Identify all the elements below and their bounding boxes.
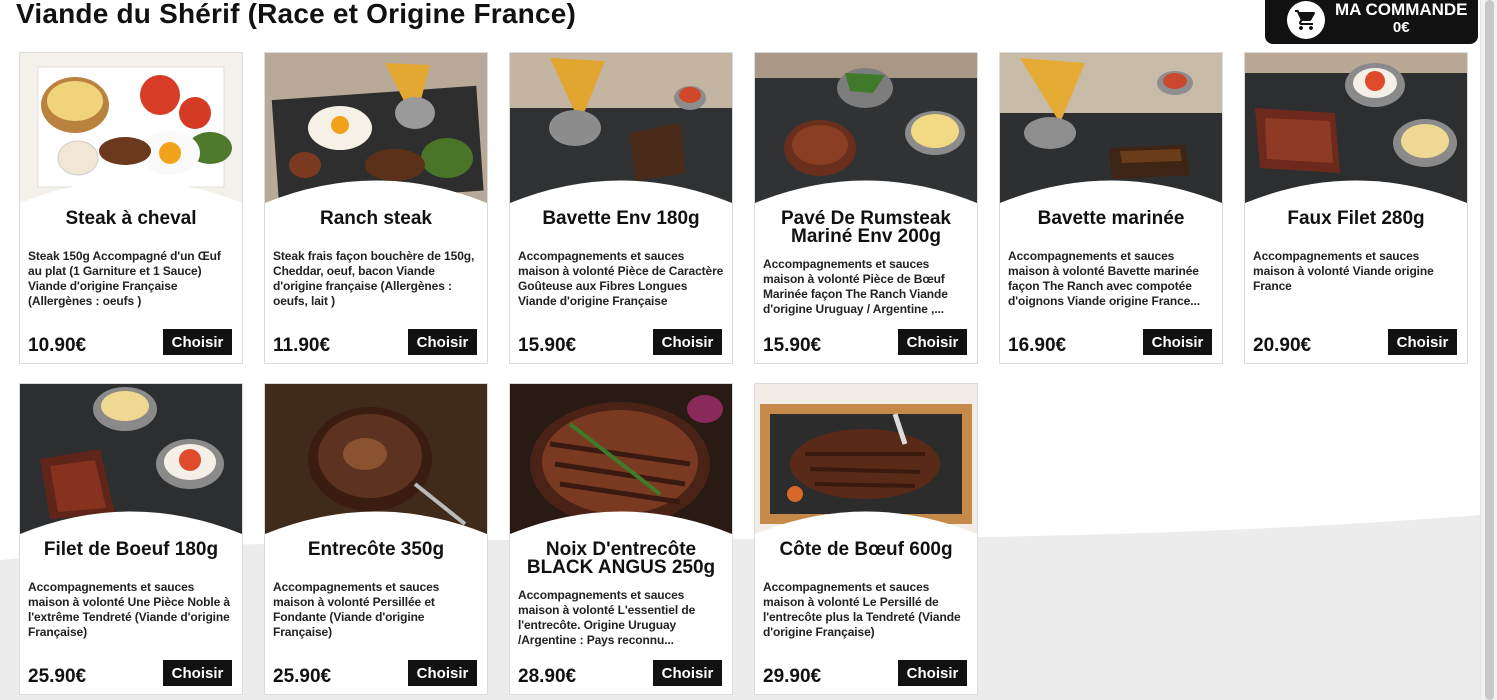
product-description: Accompagnements et sauces maison à volon… bbox=[28, 580, 230, 639]
product-card[interactable]: Faux Filet 280g Accompagnements et sauce… bbox=[1244, 52, 1468, 364]
product-name: Côte de Bœuf 600g bbox=[779, 539, 953, 560]
product-price: 29.90€ bbox=[763, 666, 822, 687]
product-card[interactable]: Steak à cheval Steak 150g Accompagné d'u… bbox=[19, 52, 243, 364]
product-price: 28.90€ bbox=[518, 666, 577, 687]
product-name: Entrecôte 350g bbox=[307, 539, 445, 560]
scrollbar-thumb[interactable] bbox=[1485, 0, 1494, 700]
product-price: 25.90€ bbox=[273, 666, 332, 687]
product-price: 10.90€ bbox=[28, 335, 87, 356]
product-price: 16.90€ bbox=[1008, 335, 1067, 356]
product-name: Bavette marinée bbox=[1037, 208, 1185, 229]
product-description: Accompagnements et sauces maison à volon… bbox=[518, 249, 724, 308]
product-description: Accompagnements et sauces maison à volon… bbox=[1253, 249, 1434, 293]
product-name: Noix D'entrecôte BLACK ANGUS 250g bbox=[526, 539, 716, 578]
cart-title: MA COMMANDE bbox=[1335, 0, 1468, 19]
product-name: Pavé De Rumsteak Mariné Env 200g bbox=[780, 208, 952, 247]
product-price: 20.90€ bbox=[1253, 335, 1312, 356]
choose-button[interactable]: Choisir bbox=[653, 329, 722, 355]
choose-button[interactable]: Choisir bbox=[1388, 329, 1457, 355]
product-card[interactable]: Bavette marinée Accompagnements et sauce… bbox=[999, 52, 1223, 364]
shopping-cart-icon bbox=[1287, 1, 1325, 39]
cart-button[interactable]: MA COMMANDE 0€ bbox=[1265, 0, 1478, 44]
product-card[interactable]: Ranch steak Steak frais façon bouchère d… bbox=[264, 52, 488, 364]
product-description: Accompagnements et sauces maison à volon… bbox=[763, 580, 961, 639]
product-card[interactable]: Bavette Env 180g Accompagnements et sauc… bbox=[509, 52, 733, 364]
product-name: Bavette Env 180g bbox=[542, 208, 700, 229]
product-image bbox=[755, 384, 977, 534]
product-description: Accompagnements et sauces maison à volon… bbox=[763, 257, 948, 316]
product-image bbox=[265, 384, 487, 534]
product-card[interactable]: Côte de Bœuf 600g Accompagnements et sau… bbox=[754, 383, 978, 695]
choose-button[interactable]: Choisir bbox=[408, 329, 477, 355]
product-price: 15.90€ bbox=[763, 335, 822, 356]
choose-button[interactable]: Choisir bbox=[898, 660, 967, 686]
product-name: Steak à cheval bbox=[65, 208, 197, 229]
product-card[interactable]: Filet de Boeuf 180g Accompagnements et s… bbox=[19, 383, 243, 695]
product-description: Accompagnements et sauces maison à volon… bbox=[518, 588, 696, 647]
product-image bbox=[755, 53, 977, 203]
product-image bbox=[1245, 53, 1467, 203]
product-name: Ranch steak bbox=[320, 208, 432, 229]
product-description: Accompagnements et sauces maison à volon… bbox=[1008, 249, 1200, 308]
page-title: Viande du Shérif (Race et Origine France… bbox=[16, 0, 577, 29]
product-price: 11.90€ bbox=[273, 335, 331, 356]
choose-button[interactable]: Choisir bbox=[898, 329, 967, 355]
product-image bbox=[265, 53, 487, 203]
product-image bbox=[510, 53, 732, 203]
choose-button[interactable]: Choisir bbox=[163, 329, 232, 355]
product-card[interactable]: Noix D'entrecôte BLACK ANGUS 250g Accomp… bbox=[509, 383, 733, 695]
product-price: 15.90€ bbox=[518, 335, 577, 356]
product-image bbox=[510, 384, 732, 534]
product-image bbox=[1000, 53, 1222, 203]
product-description: Steak frais façon bouchère de 150g, Ched… bbox=[273, 249, 475, 308]
product-description: Steak 150g Accompagné d'un Œuf au plat (… bbox=[28, 249, 221, 308]
choose-button[interactable]: Choisir bbox=[1143, 329, 1212, 355]
choose-button[interactable]: Choisir bbox=[653, 660, 722, 686]
product-image bbox=[20, 53, 242, 203]
product-image bbox=[20, 384, 242, 534]
product-card[interactable]: Pavé De Rumsteak Mariné Env 200g Accompa… bbox=[754, 52, 978, 364]
product-card[interactable]: Entrecôte 350g Accompagnements et sauces… bbox=[264, 383, 488, 695]
scrollbar[interactable] bbox=[1480, 0, 1497, 700]
product-price: 25.90€ bbox=[28, 666, 87, 687]
product-name: Faux Filet 280g bbox=[1287, 208, 1425, 229]
choose-button[interactable]: Choisir bbox=[163, 660, 232, 686]
product-description: Accompagnements et sauces maison à volon… bbox=[273, 580, 440, 639]
cart-amount: 0€ bbox=[1392, 19, 1410, 36]
choose-button[interactable]: Choisir bbox=[408, 660, 477, 686]
product-name: Filet de Boeuf 180g bbox=[43, 539, 219, 560]
